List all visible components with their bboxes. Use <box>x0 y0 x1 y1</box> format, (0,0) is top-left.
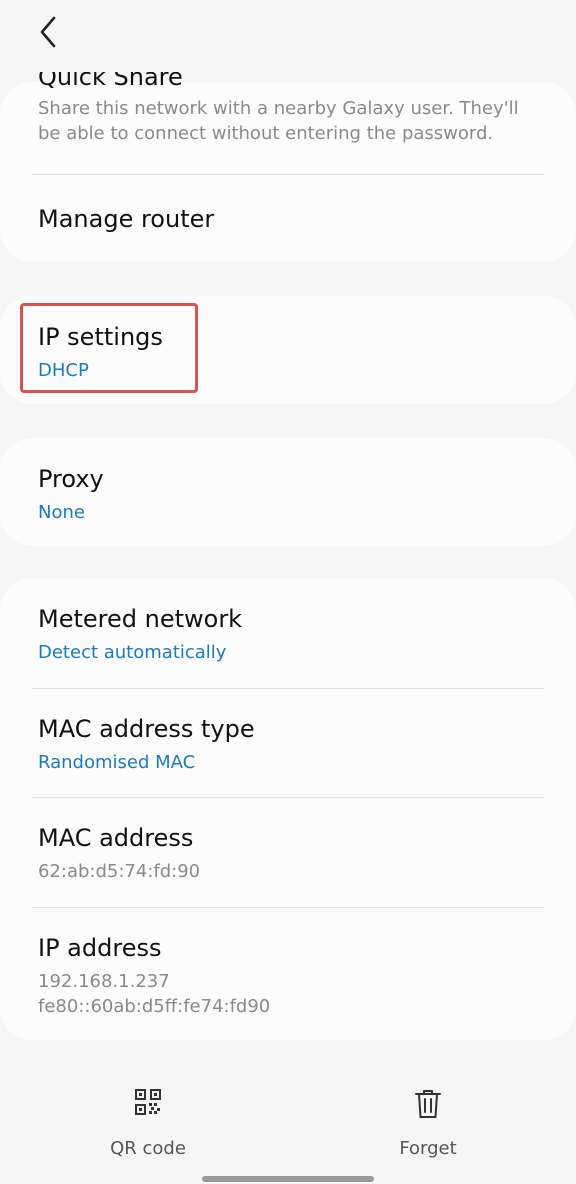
back-button[interactable] <box>26 10 70 54</box>
bottom-action-bar: QR code Forget <box>0 1070 576 1160</box>
card-share-router: Quick Share Share this network with a ne… <box>0 63 576 262</box>
divider <box>32 688 544 689</box>
ip-settings-title: IP settings <box>38 323 163 351</box>
top-app-bar <box>0 0 576 72</box>
mac-address-title: MAC address <box>38 824 194 852</box>
ip-address-ipv4: 192.168.1.237 <box>38 971 170 992</box>
proxy-item[interactable]: Proxy None <box>38 464 544 525</box>
chevron-left-icon <box>40 16 56 48</box>
ip-address-ipv6: fe80::60ab:d5ff:fe74:fd90 <box>38 996 271 1017</box>
forget-button[interactable]: Forget <box>348 1088 508 1159</box>
divider <box>32 797 544 798</box>
ip-address-title: IP address <box>38 934 162 962</box>
ip-address-item: IP address 192.168.1.237 fe80::60ab:d5ff… <box>38 933 544 1019</box>
divider <box>32 174 544 175</box>
mac-address-item: MAC address 62:ab:d5:74:fd:90 <box>38 823 544 884</box>
card-network-info: Metered network Detect automatically MAC… <box>0 578 576 1040</box>
qr-code-icon <box>135 1089 161 1115</box>
mac-address-type-title: MAC address type <box>38 715 255 743</box>
card-ip-settings: IP settings DHCP <box>0 296 576 404</box>
trash-icon <box>415 1090 441 1118</box>
card-proxy: Proxy None <box>0 438 576 546</box>
metered-network-item[interactable]: Metered network Detect automatically <box>38 604 544 665</box>
manage-router-title: Manage router <box>38 205 215 233</box>
ip-settings-item[interactable]: IP settings DHCP <box>38 322 544 383</box>
ip-settings-value: DHCP <box>38 360 89 381</box>
forget-label: Forget <box>399 1138 457 1159</box>
metered-network-title: Metered network <box>38 605 243 633</box>
mac-address-type-item[interactable]: MAC address type Randomised MAC <box>38 714 544 775</box>
qr-code-label: QR code <box>110 1138 186 1159</box>
divider <box>32 907 544 908</box>
qr-code-button[interactable]: QR code <box>68 1088 228 1159</box>
wifi-network-details-screen: Quick Share Share this network with a ne… <box>0 0 576 1184</box>
mac-address-type-value: Randomised MAC <box>38 752 196 773</box>
proxy-title: Proxy <box>38 465 104 493</box>
quick-share-description: Share this network with a nearby Galaxy … <box>38 98 519 144</box>
quick-share-item[interactable]: Quick Share Share this network with a ne… <box>38 62 544 146</box>
manage-router-item[interactable]: Manage router <box>38 204 544 234</box>
home-indicator[interactable] <box>202 1176 374 1182</box>
metered-network-value: Detect automatically <box>38 642 227 663</box>
proxy-value: None <box>38 502 85 523</box>
mac-address-value: 62:ab:d5:74:fd:90 <box>38 861 201 882</box>
